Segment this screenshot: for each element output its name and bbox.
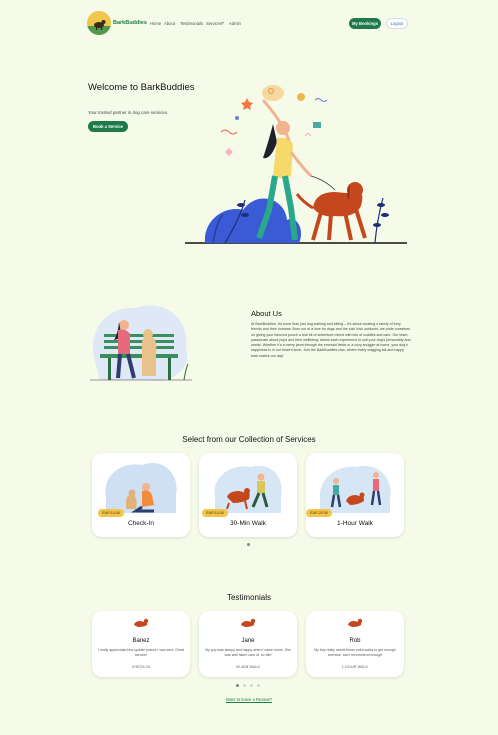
testimonials-carousel-dot-4[interactable] (257, 684, 260, 687)
testimonial-text: My boy really needs these extra walks to… (314, 648, 396, 658)
nav-services[interactable]: Services (206, 21, 222, 26)
testimonial-service: 1-HOUR WALK (341, 665, 369, 669)
logout-button[interactable]: Logout (386, 18, 408, 29)
leave-review-link[interactable]: Want to leave a Review? (0, 697, 498, 702)
about-text: At BarkBuddies, it's more than just dog … (251, 322, 411, 358)
testimonials-carousel-dot-3[interactable] (250, 684, 253, 687)
testimonial-name: Jane (241, 638, 255, 644)
my-bookings-button[interactable]: My Bookings (349, 18, 381, 29)
price-badge: EUR 10.00 (202, 509, 228, 517)
brand-name[interactable]: BarkBuddies (113, 20, 147, 26)
testimonials-carousel-dot-2[interactable] (243, 684, 246, 687)
service-card-1-hour-walk[interactable]: EUR 20.00 1-Hour Walk (306, 453, 404, 537)
testimonial-service: 30-MIN WALK (235, 665, 261, 669)
service-name: Check-In (127, 520, 154, 527)
nav-home[interactable]: Home (150, 21, 161, 26)
service-name: 1-Hour Walk (337, 520, 373, 527)
testimonial-name: Banez (132, 638, 150, 644)
walk-30-illustration (214, 465, 282, 513)
hero-title: Welcome to BarkBuddies (88, 82, 195, 93)
services-carousel-dot[interactable] (247, 543, 250, 546)
about-title: About Us (251, 309, 282, 318)
service-name: 30-Min Walk (230, 520, 266, 527)
service-card-check-in[interactable]: EUR 10.00 Check-In (92, 453, 190, 537)
testimonial-name: Rob (349, 638, 361, 644)
testimonial-card-jane: Jane My pup was sleepy and happy when I … (199, 611, 297, 677)
services-title: Select from our Collection of Services (182, 435, 316, 444)
walk-60-illustration (319, 465, 391, 513)
testimonial-card-banez: Banez I really appreciated the update pi… (92, 611, 190, 677)
about-illustration (90, 305, 192, 381)
brand-logo[interactable] (87, 11, 111, 35)
dog-icon (348, 618, 363, 627)
dog-icon (134, 618, 149, 627)
book-service-button[interactable]: Book a Service (88, 121, 128, 132)
nav-admin[interactable]: Admin (229, 21, 241, 26)
price-badge: EUR 20.00 (306, 509, 332, 517)
dog-icon (241, 618, 256, 627)
price-badge: EUR 10.00 (98, 509, 124, 517)
testimonial-card-rob: Rob My boy really needs these extra walk… (306, 611, 404, 677)
service-card-30-min-walk[interactable]: EUR 10.00 30-Min Walk (199, 453, 297, 537)
testimonials-title: Testimonials (226, 593, 271, 602)
testimonial-text: My pup was sleepy and happy when I came … (205, 648, 291, 658)
chevron-down-icon[interactable]: ▾ (222, 21, 224, 25)
hero-illustration (185, 85, 407, 244)
testimonial-service: CHECK-IN (131, 665, 151, 669)
check-in-illustration (105, 463, 177, 513)
testimonials-carousel-dot-1[interactable] (236, 684, 239, 687)
nav-about[interactable]: About (164, 21, 175, 26)
testimonial-text: I really appreciated the update picture … (98, 648, 184, 658)
hero-subtitle: Your trusted partner in dog care service… (88, 110, 169, 115)
nav-testimonials[interactable]: Testimonials (180, 21, 203, 26)
